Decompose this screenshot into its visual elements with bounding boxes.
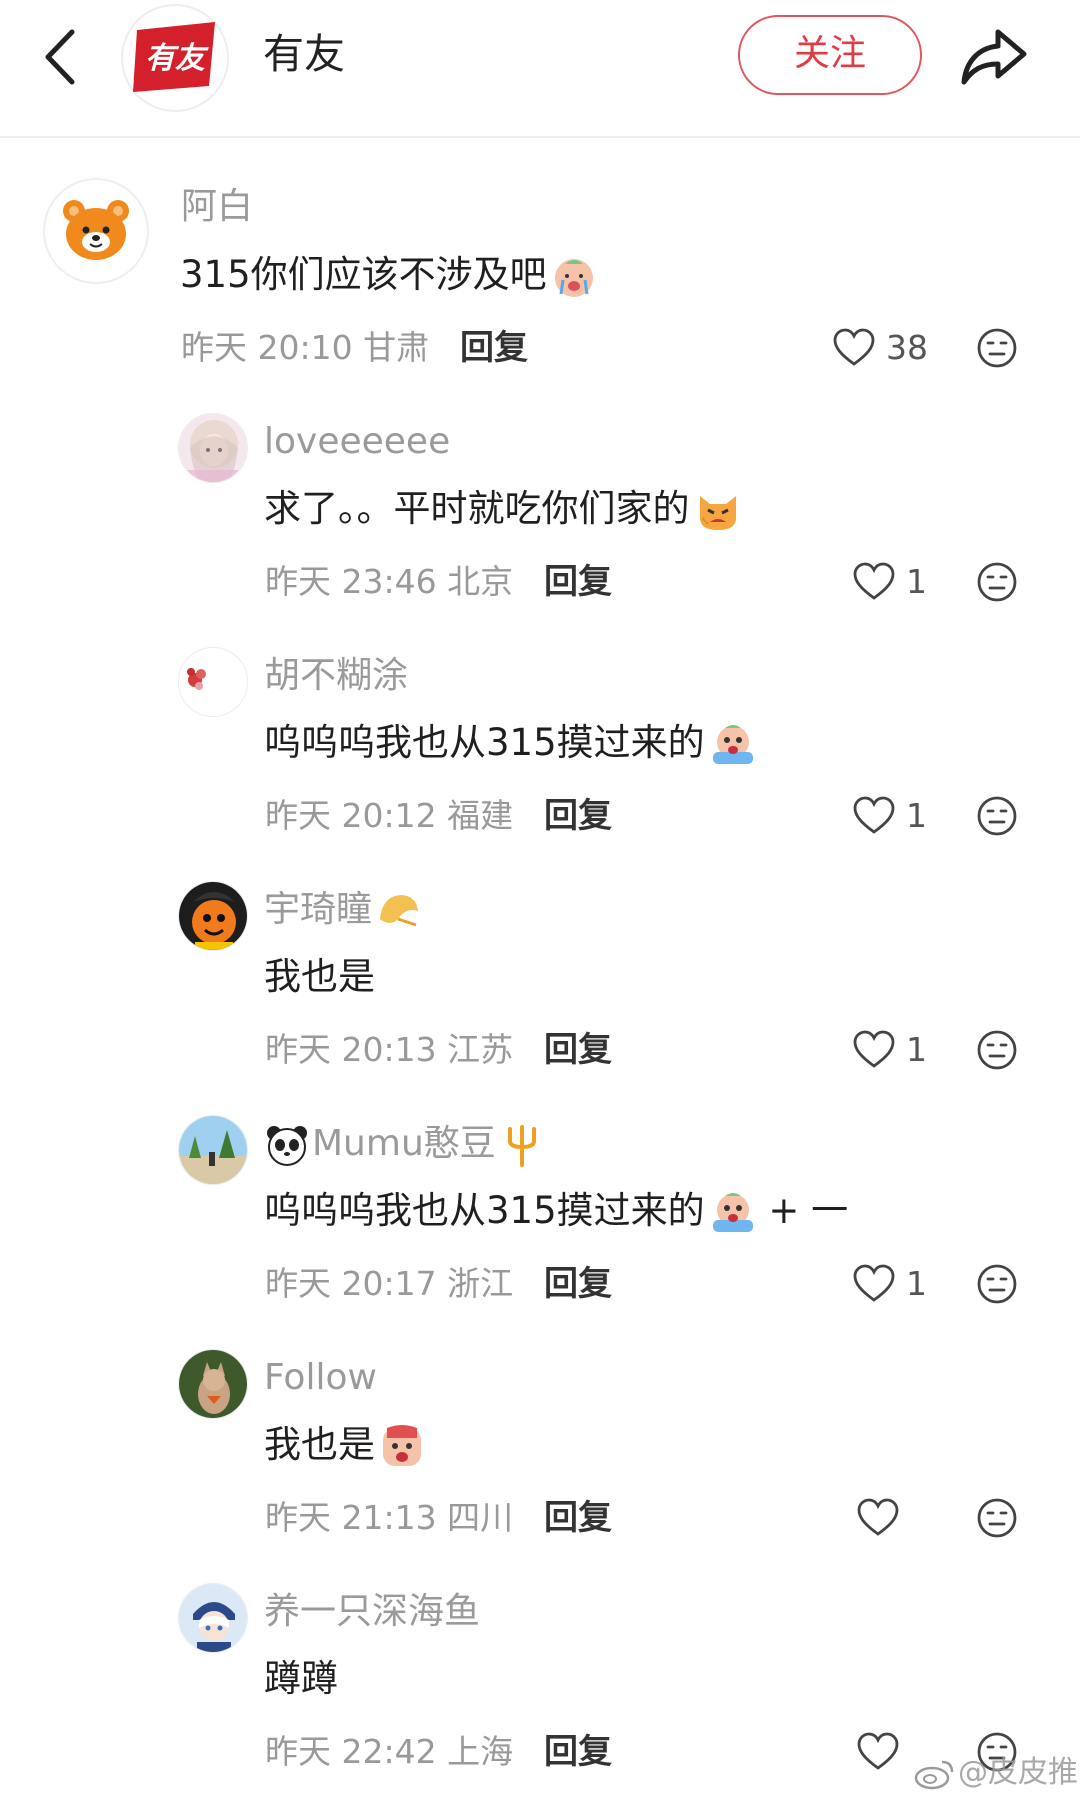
red-flower-avatar-icon bbox=[179, 648, 247, 716]
heart-icon[interactable] bbox=[832, 326, 876, 370]
emoji-reaction-icon[interactable] bbox=[976, 1497, 1018, 1539]
anime-girl-avatar-icon bbox=[179, 414, 247, 482]
heart-icon[interactable] bbox=[856, 1496, 900, 1540]
avatar[interactable] bbox=[178, 1349, 248, 1419]
avatar[interactable] bbox=[178, 881, 248, 951]
username-text: Mumu憨豆 bbox=[312, 1123, 496, 1164]
comment-meta: 昨天 20:13 江苏 bbox=[265, 1030, 514, 1069]
avatar[interactable] bbox=[178, 647, 248, 717]
watermark: @皮皮推 bbox=[958, 1755, 1078, 1790]
angry-cat-emoji bbox=[699, 495, 736, 530]
chevron-left-icon bbox=[45, 29, 75, 85]
brand-avatar[interactable]: 有友 bbox=[121, 4, 229, 112]
heart-icon[interactable] bbox=[852, 1262, 896, 1306]
share-icon bbox=[961, 29, 1027, 85]
comment-text-body: 我也是 bbox=[264, 1423, 375, 1466]
crying-face-emoji bbox=[712, 724, 753, 764]
emoji-reaction-icon[interactable] bbox=[976, 561, 1018, 603]
crying-face-emoji bbox=[712, 1192, 753, 1232]
avatar[interactable] bbox=[178, 1583, 248, 1653]
crying-baby-emoji bbox=[554, 258, 593, 297]
top-bar: 有友 有友 关注 bbox=[0, 0, 1080, 138]
shocked-face-emoji bbox=[383, 1424, 421, 1466]
heart-icon[interactable] bbox=[852, 1028, 896, 1072]
trident-emoji bbox=[507, 1125, 536, 1167]
bear-avatar-icon bbox=[63, 200, 129, 260]
anime-boy-avatar-icon bbox=[179, 1584, 247, 1652]
heart-icon[interactable] bbox=[856, 1730, 900, 1774]
panda-emoji bbox=[267, 1126, 307, 1166]
cartoon-avatar-icon bbox=[179, 882, 247, 950]
emoji-reaction-icon[interactable] bbox=[976, 327, 1018, 369]
comment-text: 315你们应该不涉及吧 bbox=[180, 250, 597, 300]
comment-text: 蹲蹲 bbox=[264, 1657, 338, 1700]
brand-logo: 有友 bbox=[133, 22, 215, 92]
comment-username[interactable]: 宇琦瞳 bbox=[264, 886, 422, 934]
comment-text-body: 求了。。平时就吃你们家的 bbox=[264, 487, 690, 530]
weibo-icon bbox=[914, 1760, 954, 1790]
comment-username[interactable]: Mumu憨豆 bbox=[264, 1120, 544, 1168]
comment-text-body: 呜呜呜我也从315摸过来的 bbox=[264, 1189, 705, 1232]
avatar[interactable] bbox=[178, 413, 248, 483]
back-button[interactable] bbox=[38, 26, 86, 88]
comment-meta: 昨天 20:10 甘肃 bbox=[181, 328, 430, 367]
comment-text: 我也是 bbox=[264, 1420, 425, 1470]
like-count: 1 bbox=[906, 1264, 927, 1303]
reply-button[interactable]: 回复 bbox=[460, 326, 528, 370]
landscape-avatar-icon bbox=[179, 1116, 247, 1184]
comment-username[interactable]: 胡不糊涂 bbox=[264, 652, 408, 700]
comment-username[interactable]: 阿白 bbox=[181, 183, 253, 231]
avatar[interactable] bbox=[43, 178, 149, 284]
reply-button[interactable]: 回复 bbox=[544, 1496, 612, 1540]
comment-text: 呜呜呜我也从315摸过来的 + 一 bbox=[264, 1186, 848, 1236]
heart-icon[interactable] bbox=[852, 560, 896, 604]
comment-meta: 昨天 22:42 上海 bbox=[265, 1732, 514, 1771]
brand-logo-text: 有友 bbox=[145, 41, 209, 76]
like-count: 1 bbox=[906, 796, 927, 835]
page-title: 有友 bbox=[263, 30, 345, 78]
comment-text: 呜呜呜我也从315摸过来的 bbox=[264, 718, 757, 768]
avatar[interactable] bbox=[178, 1115, 248, 1185]
like-count: 38 bbox=[886, 328, 928, 367]
heart-icon[interactable] bbox=[852, 794, 896, 838]
like-count: 1 bbox=[906, 1030, 927, 1069]
comment-text: 我也是 bbox=[264, 955, 375, 998]
follow-button[interactable]: 关注 bbox=[738, 15, 922, 95]
emoji-reaction-icon[interactable] bbox=[976, 795, 1018, 837]
comment-text-suffix: + 一 bbox=[756, 1189, 849, 1232]
reply-button[interactable]: 回复 bbox=[544, 1730, 612, 1774]
username-text: 宇琦瞳 bbox=[264, 889, 373, 930]
comment-username[interactable]: loveeeeee bbox=[264, 418, 450, 466]
comment-meta: 昨天 21:13 四川 bbox=[265, 1498, 514, 1537]
reply-button[interactable]: 回复 bbox=[544, 794, 612, 838]
comment-username[interactable]: 养一只深海鱼 bbox=[264, 1588, 480, 1636]
reply-button[interactable]: 回复 bbox=[544, 1028, 612, 1072]
share-button[interactable] bbox=[958, 24, 1030, 88]
like-count: 1 bbox=[906, 562, 927, 601]
comment-meta: 昨天 23:46 北京 bbox=[265, 562, 514, 601]
comment-username[interactable]: Follow bbox=[264, 1354, 377, 1402]
reply-button[interactable]: 回复 bbox=[544, 1262, 612, 1306]
emoji-reaction-icon[interactable] bbox=[976, 1029, 1018, 1071]
emoji-reaction-icon[interactable] bbox=[976, 1263, 1018, 1305]
comment-text-body: 呜呜呜我也从315摸过来的 bbox=[264, 721, 705, 764]
comment-meta: 昨天 20:12 福建 bbox=[265, 796, 514, 835]
reply-button[interactable]: 回复 bbox=[544, 560, 612, 604]
comment-meta: 昨天 20:17 浙江 bbox=[265, 1264, 514, 1303]
comment-text-body: 315你们应该不涉及吧 bbox=[180, 253, 547, 296]
comment-text: 求了。。平时就吃你们家的 bbox=[264, 484, 742, 534]
fortune-cookie-emoji bbox=[380, 895, 419, 927]
cat-photo-avatar-icon bbox=[179, 1350, 247, 1418]
